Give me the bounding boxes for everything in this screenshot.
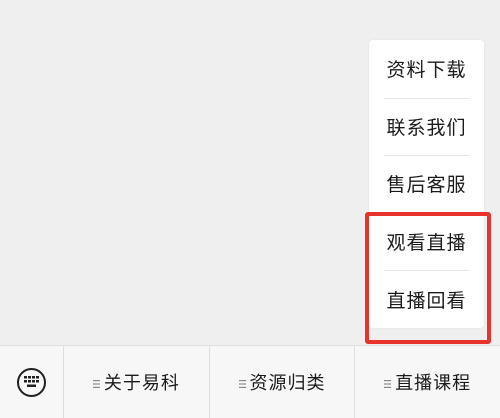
tab-label: 直播课程 [395,373,472,394]
popup-submenu: 资料下载 联系我们 售后客服 观看直播 直播回看 [369,40,484,328]
menu-item-live-replay[interactable]: 直播回看 [369,270,484,328]
menu-item-label: 联系我们 [386,116,467,139]
menu-lines-icon [384,372,392,393]
keyboard-icon [17,367,46,397]
menu-item-label: 观看直播 [386,232,467,255]
menu-item-watch-live[interactable]: 观看直播 [369,212,484,271]
tab-about[interactable]: 关于易科 [64,346,210,418]
menu-item-contact[interactable]: 联系我们 [369,97,484,156]
tab-resources[interactable]: 资源归类 [210,346,356,418]
tab-label: 资源归类 [249,373,326,394]
menu-item-label: 售后客服 [386,174,467,197]
bottom-menu-bar: 关于易科 资源归类 直播课程 [0,345,500,418]
menu-item-label: 资料下载 [386,59,467,82]
menu-lines-icon [238,372,246,393]
menu-item-label: 直播回看 [386,289,467,312]
menu-item-customer-service[interactable]: 售后客服 [369,155,484,213]
menu-item-download[interactable]: 资料下载 [369,40,484,98]
keyboard-toggle-button[interactable] [0,346,64,418]
tab-live-courses[interactable]: 直播课程 [355,346,500,418]
menu-lines-icon [92,372,100,393]
tab-label: 关于易科 [103,373,180,394]
